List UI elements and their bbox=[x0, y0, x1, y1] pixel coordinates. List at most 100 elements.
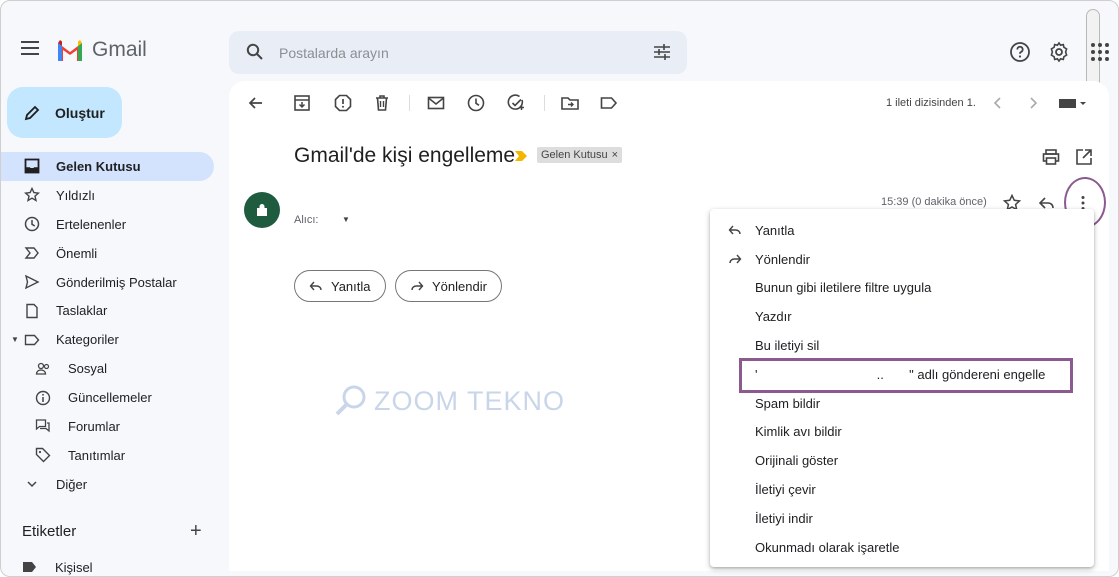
sidebar-item-label: Sosyal bbox=[68, 361, 108, 377]
remove-label-icon[interactable]: × bbox=[612, 149, 618, 161]
sidebar-item-inbox[interactable]: Gelen Kutusu bbox=[1, 152, 214, 181]
menu-item-filter-similar[interactable]: Bunun gibi iletilere filtre uygula bbox=[710, 274, 1094, 303]
archive-icon[interactable] bbox=[292, 93, 312, 113]
open-new-window-icon[interactable] bbox=[1074, 147, 1094, 167]
sidebar-item-categories[interactable]: ▼ Kategoriler bbox=[1, 325, 221, 354]
menu-item-label: Yönlendir bbox=[755, 251, 810, 267]
label-tag-icon bbox=[23, 562, 36, 572]
watermark: ZOOM TEKNO bbox=[334, 384, 565, 418]
sidebar-item-more[interactable]: Diğer bbox=[1, 470, 221, 499]
message-timestamp: 15:39 (0 dakika önce) bbox=[881, 196, 987, 208]
help-icon[interactable] bbox=[1009, 41, 1031, 63]
menu-item-forward[interactable]: Yönlendir bbox=[710, 245, 1094, 274]
sidebar-item-label: Yıldızlı bbox=[56, 187, 96, 203]
menu-item-print[interactable]: Yazdır bbox=[710, 302, 1094, 331]
label-item-personal[interactable]: Kişisel bbox=[23, 557, 93, 576]
compose-button[interactable]: Oluştur bbox=[7, 87, 122, 138]
sidebar-item-forums[interactable]: Forumlar bbox=[1, 412, 221, 441]
compose-label: Oluştur bbox=[55, 104, 105, 121]
sidebar-item-label: Forumlar bbox=[68, 418, 121, 434]
forward-icon bbox=[728, 253, 742, 265]
menu-item-label: Bunun gibi iletilere filtre uygula bbox=[755, 280, 932, 296]
important-icon bbox=[23, 244, 41, 262]
important-marker-icon[interactable] bbox=[515, 151, 527, 161]
sidebar-item-label: Diğer bbox=[56, 476, 88, 492]
menu-item-report-phishing[interactable]: Kimlik avı bildir bbox=[710, 418, 1094, 447]
menu-item-label: İletiyi indir bbox=[755, 510, 813, 526]
menu-item-report-spam[interactable]: Spam bildir bbox=[710, 389, 1094, 418]
delete-trash-icon[interactable] bbox=[372, 93, 392, 113]
menu-item-label: Yazdır bbox=[755, 309, 792, 325]
labels-header: Etiketler bbox=[22, 523, 77, 540]
chevron-right-icon[interactable] bbox=[1023, 93, 1043, 113]
sidebar-item-label: Güncellemeler bbox=[68, 390, 152, 406]
people-icon bbox=[34, 360, 52, 378]
input-tools-keyboard-icon[interactable] bbox=[1058, 93, 1090, 113]
sidebar-item-updates[interactable]: Güncellemeler bbox=[1, 383, 221, 412]
menu-item-translate[interactable]: İletiyi çevir bbox=[710, 475, 1094, 504]
reply-button[interactable]: Yanıtla bbox=[294, 270, 386, 302]
mark-unread-mail-icon[interactable] bbox=[426, 93, 446, 113]
menu-item-label: Yanıtla bbox=[755, 222, 795, 238]
clock-icon bbox=[23, 215, 41, 233]
pagination-text: 1 ileti dizisinden 1. bbox=[886, 97, 976, 109]
search-input[interactable] bbox=[279, 41, 629, 65]
toolbar-divider bbox=[544, 95, 545, 111]
sidebar-item-sent[interactable]: Gönderilmiş Postalar bbox=[1, 268, 221, 297]
recipient-details-caret-icon[interactable]: ▼ bbox=[342, 215, 350, 224]
expand-caret-icon[interactable]: ▼ bbox=[11, 335, 19, 344]
gmail-window: Gmail Postalarda arayın Oluştur Gelen Ku… bbox=[0, 0, 1119, 577]
menu-item-delete[interactable]: Bu iletiyi sil bbox=[710, 331, 1094, 360]
add-label-button[interactable]: + bbox=[190, 520, 202, 543]
search-options-icon[interactable] bbox=[653, 43, 671, 61]
print-icon[interactable] bbox=[1041, 147, 1061, 167]
menu-item-label: İletiyi çevir bbox=[755, 482, 816, 498]
block-sender-highlight-box bbox=[739, 358, 1073, 393]
forward-arrow-icon bbox=[411, 281, 424, 291]
sidebar-item-social[interactable]: Sosyal bbox=[1, 354, 221, 383]
menu-item-mark-unread[interactable]: Okunmadı olarak işaretle bbox=[710, 533, 1094, 562]
label-icon[interactable] bbox=[599, 93, 619, 113]
add-task-icon[interactable] bbox=[506, 93, 526, 113]
search-bar[interactable] bbox=[229, 31, 687, 74]
sidebar-item-label: Gönderilmiş Postalar bbox=[56, 274, 177, 290]
send-icon bbox=[23, 273, 41, 291]
forward-button[interactable]: Yönlendir bbox=[395, 270, 502, 302]
sidebar-item-drafts[interactable]: Taslaklar bbox=[1, 296, 221, 325]
reply-button-label: Yanıtla bbox=[331, 278, 371, 294]
sidebar-item-label: Tanıtımlar bbox=[68, 447, 126, 463]
back-arrow-icon[interactable] bbox=[246, 93, 266, 113]
report-spam-icon[interactable] bbox=[333, 93, 353, 113]
menu-item-reply[interactable]: Yanıtla bbox=[710, 216, 1094, 245]
message-subject: Gmail'de kişi engelleme bbox=[294, 144, 516, 167]
chevron-left-icon[interactable] bbox=[988, 93, 1008, 113]
app-name: Gmail bbox=[92, 38, 147, 61]
label-name: Kişisel bbox=[55, 559, 93, 575]
header: Gmail bbox=[1, 1, 1118, 89]
tag-icon bbox=[34, 446, 52, 464]
snooze-clock-icon[interactable] bbox=[466, 93, 486, 113]
sidebar-item-important[interactable]: Önemli bbox=[1, 239, 221, 268]
menu-item-show-original[interactable]: Orijinali göster bbox=[710, 446, 1094, 475]
sidebar-item-starred[interactable]: Yıldızlı bbox=[1, 181, 221, 210]
sidebar-item-label: Ertelenenler bbox=[56, 216, 127, 232]
sidebar-item-promotions[interactable]: Tanıtımlar bbox=[1, 441, 221, 470]
forward-button-label: Yönlendir bbox=[432, 278, 487, 294]
sidebar-nav: Gelen Kutusu Yıldızlı Ertelenenler Öneml… bbox=[1, 152, 221, 499]
move-to-folder-icon[interactable] bbox=[560, 93, 580, 113]
gmail-logo[interactable]: Gmail bbox=[56, 37, 147, 63]
pencil-icon bbox=[24, 105, 40, 120]
menu-item-download[interactable]: İletiyi indir bbox=[710, 504, 1094, 533]
apps-grid-icon[interactable] bbox=[1089, 41, 1111, 63]
inbox-label-chip: Gelen Kutusu × bbox=[537, 147, 623, 163]
search-icon[interactable] bbox=[246, 43, 264, 61]
menu-item-label: Kimlik avı bildir bbox=[755, 424, 842, 440]
chip-label: Gelen Kutusu bbox=[541, 149, 608, 161]
sender-avatar[interactable] bbox=[244, 192, 280, 228]
main-menu-icon[interactable] bbox=[21, 41, 41, 55]
chevron-down-icon bbox=[23, 475, 41, 493]
sidebar-item-snoozed[interactable]: Ertelenenler bbox=[1, 210, 221, 239]
settings-gear-icon[interactable] bbox=[1048, 41, 1070, 63]
menu-item-label: Okunmadı olarak işaretle bbox=[755, 539, 900, 555]
inbox-icon bbox=[23, 157, 41, 175]
